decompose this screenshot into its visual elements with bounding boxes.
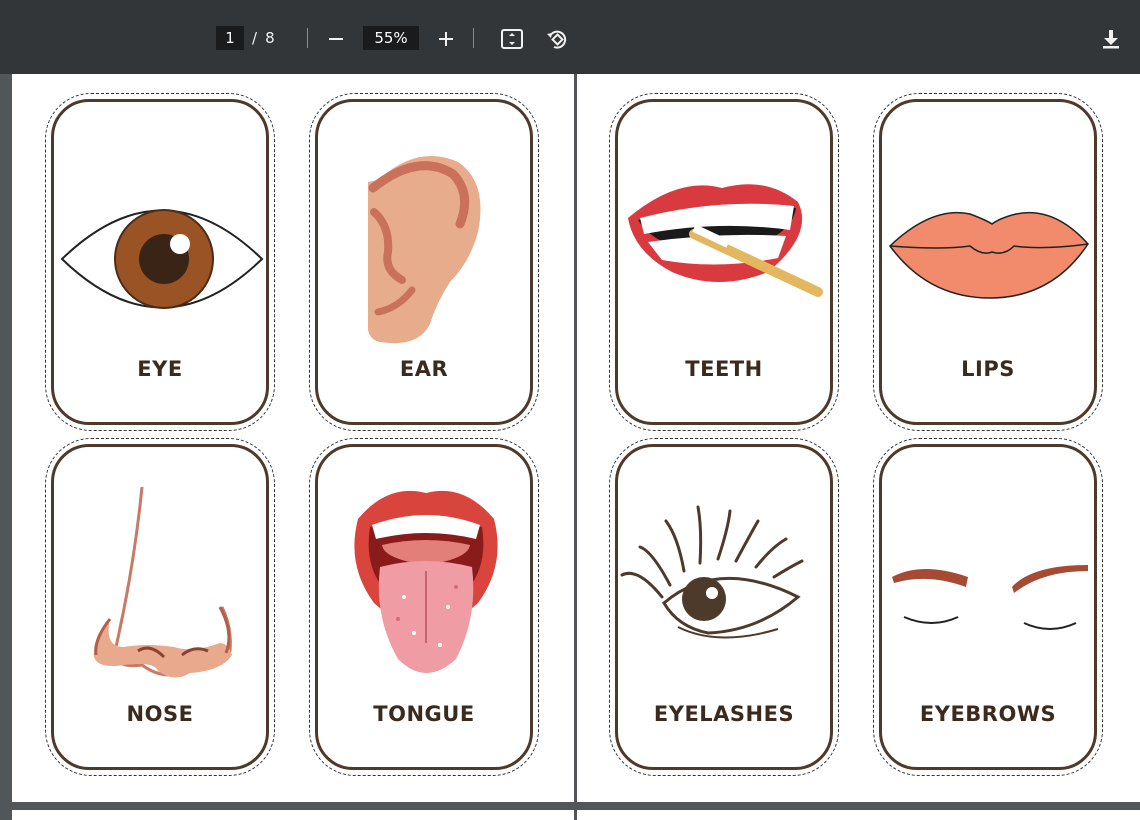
card-label: NOSE [126, 702, 194, 726]
zoom-in-button[interactable] [433, 26, 459, 52]
zoom-out-button[interactable] [323, 26, 349, 52]
fit-page-icon [501, 29, 523, 49]
pdf-page-next [12, 810, 574, 820]
rotate-icon [547, 30, 567, 49]
card-label: EYEBROWS [919, 702, 1057, 726]
flashcard-lips: LIPS [873, 93, 1103, 431]
flashcard-eyebrows: EYEBROWS [873, 438, 1103, 776]
pdf-page-next [577, 810, 1140, 820]
card-label: LIPS [961, 357, 1015, 381]
current-page-input[interactable]: 1 [216, 26, 244, 50]
total-pages: 8 [265, 29, 275, 47]
flashcard-eye: EYE [45, 93, 275, 431]
zoom-level[interactable]: 55% [363, 26, 419, 50]
download-icon [1103, 30, 1119, 49]
page-separator: / [252, 29, 258, 47]
pdf-toolbar: 1 / 8 55% [0, 0, 1140, 74]
flashcard-nose: NOSE [45, 438, 275, 776]
rotate-button[interactable] [544, 26, 570, 52]
plus-icon [439, 32, 453, 46]
page-indicator: 1 / 8 [216, 26, 275, 50]
card-label: EYE [137, 357, 183, 381]
flashcard-tongue: TONGUE [309, 438, 539, 776]
card-label: EYELASHES [653, 702, 795, 726]
card-label: TONGUE [373, 702, 475, 726]
fit-page-button[interactable] [499, 26, 525, 52]
minus-icon [329, 38, 343, 40]
flashcard-teeth: TEETH [609, 93, 839, 431]
flashcard-eyelashes: EYELASHES [609, 438, 839, 776]
download-button[interactable] [1098, 26, 1124, 52]
card-label: EAR [399, 357, 449, 381]
flashcard-ear: EAR [309, 93, 539, 431]
card-label: TEETH [685, 357, 763, 381]
toolbar-divider [473, 28, 474, 48]
toolbar-divider [307, 28, 308, 48]
